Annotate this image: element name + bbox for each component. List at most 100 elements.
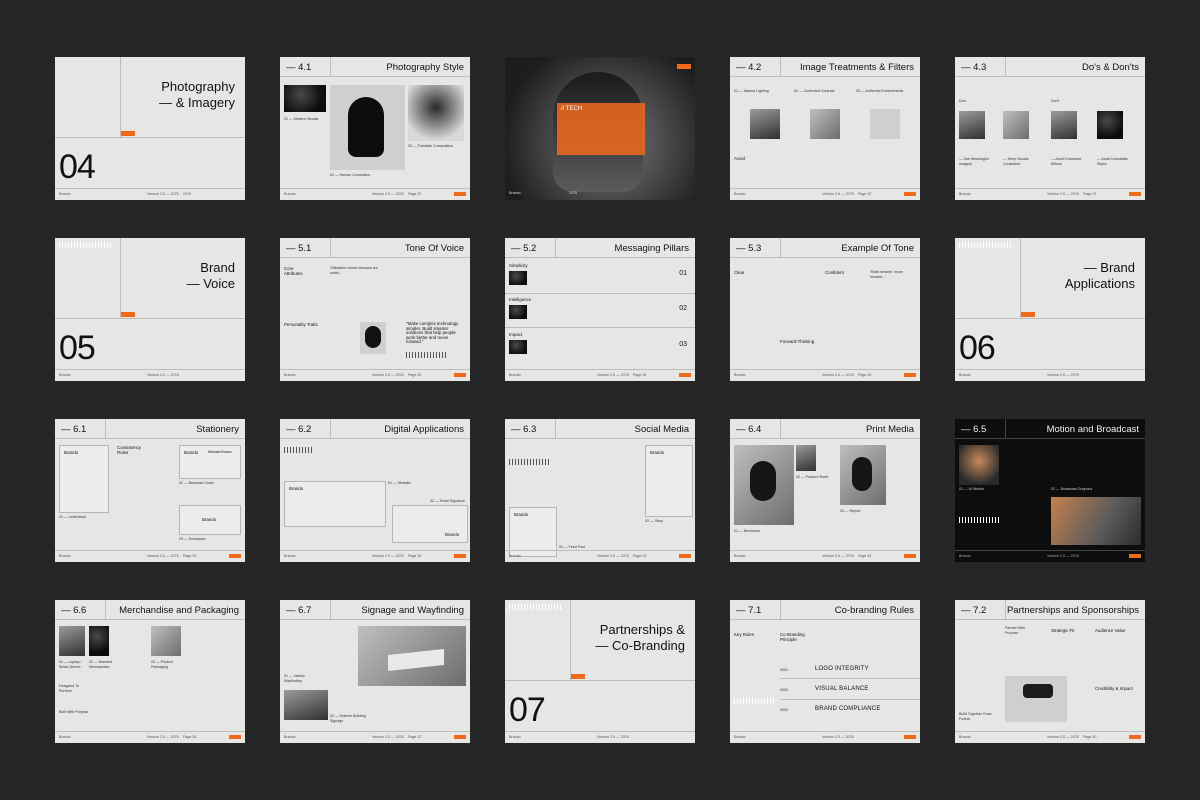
num: — 6.5 xyxy=(961,424,987,435)
title: Messaging Pillars xyxy=(614,243,689,254)
c3: — Avoid Excessive Effects xyxy=(1051,157,1082,166)
num: — 6.6 xyxy=(61,605,87,616)
number: 05 xyxy=(59,329,96,367)
c2: 02 — Product Sheet xyxy=(796,475,829,479)
slide-partnerships-sponsorships[interactable]: — 7.2 Partnerships and Sponsorships Partn… xyxy=(955,600,1145,743)
slide-example-of-tone[interactable]: — 5.3 Example Of Tone Clear Confident For… xyxy=(730,238,920,381)
slide-social-media[interactable]: — 6.3 Social Media Brando Brando 01 — Fee… xyxy=(505,419,695,562)
brand: Brando xyxy=(959,192,971,196)
num: — 7.2 xyxy=(961,605,987,616)
title: Partnerships & — Co-Branding xyxy=(595,622,685,653)
slide-photography-style[interactable]: — 4.1 Photography Style 01 — Modern Visua… xyxy=(280,57,470,200)
version: Version 2.0 — 2078 xyxy=(822,373,854,377)
title: Signage and Wayfinding xyxy=(361,605,464,616)
brand: Brando xyxy=(59,735,71,739)
c2: 02 — Human Connection xyxy=(330,173,371,177)
num: — 5.3 xyxy=(736,243,762,254)
slide-tech-image[interactable]: // TECH Brando 2078 xyxy=(505,57,695,200)
f3: 2078 xyxy=(183,192,191,196)
title: Co-branding Rules xyxy=(834,605,914,616)
n1: 0001 xyxy=(780,668,788,672)
page: Page 33 xyxy=(633,554,647,558)
version: Version 2.0 — 2078 xyxy=(372,735,404,739)
slide-digital-applications[interactable]: — 6.2 Digital Applications Brando 01 — We… xyxy=(280,419,470,562)
page: Page 40 xyxy=(1083,735,1097,739)
slide-partnerships-cobranding[interactable]: Partnerships & — Co-Branding 07 Brando Ve… xyxy=(505,600,695,743)
brand: Brando xyxy=(202,517,217,522)
title: Social Media xyxy=(634,424,689,435)
version: Version 2.0 — 2078 xyxy=(147,554,179,558)
brand: Brando xyxy=(445,532,460,537)
number: 07 xyxy=(509,691,546,729)
page: Page 26 xyxy=(633,373,647,377)
build: Build Together Grow Further xyxy=(959,712,992,721)
slide-motion-broadcast[interactable]: — 6.5 Motion and Broadcast 01 — UI Motion… xyxy=(955,419,1145,562)
page: Page 30 xyxy=(183,554,197,558)
slide-signage-wayfinding[interactable]: — 6.7 Signage and Wayfinding 01 — Interio… xyxy=(280,600,470,743)
slide-merchandise-packaging[interactable]: — 6.6 Merchandise and Packaging 01 — Lapt… xyxy=(55,600,245,743)
title: Stationery xyxy=(196,424,239,435)
slide-photography-imagery[interactable]: Photography — & Imagery 04 Brando Version… xyxy=(55,57,245,200)
version: Version 2.0 — 2078 xyxy=(1047,554,1079,558)
n2: 0002 xyxy=(780,688,788,692)
version: Version 2.0 — 2078 xyxy=(1047,373,1079,377)
brand: Brando xyxy=(509,735,521,739)
c2: 02 — Exterior Building Signage xyxy=(330,714,366,723)
badge: // TECH xyxy=(561,106,583,112)
num: — 4.2 xyxy=(736,62,762,73)
brand: Brando xyxy=(59,554,71,558)
slide-cobranding-rules[interactable]: — 7.1 Co-branding Rules Key Rules Co-Bran… xyxy=(730,600,920,743)
photo-human xyxy=(330,85,405,170)
num: — 6.4 xyxy=(736,424,762,435)
c1: — Use Meaningful Imagery xyxy=(959,157,989,166)
c1: 01 — Laptop / Smart Device xyxy=(59,660,82,669)
version: Version 2.0 — 2078 xyxy=(597,373,629,377)
number: 06 xyxy=(959,329,996,367)
title: Do's & Don'ts xyxy=(1082,62,1139,73)
page: Page 37 xyxy=(408,735,422,739)
version: Version 2.0 — 2078 xyxy=(822,554,854,558)
confident: Confident xyxy=(825,270,844,275)
core: Core Attributes xyxy=(284,266,303,276)
f2: 2078 xyxy=(569,191,577,196)
c3: 03 — Futuristic Composition xyxy=(408,144,454,148)
slide-brand-voice[interactable]: Brand — Voice 05 Brando Version 2.0 — 207… xyxy=(55,238,245,381)
title: Partnerships and Sponsorships xyxy=(1006,605,1139,616)
p2: Intelligence xyxy=(509,297,532,302)
traits: Personality Traits xyxy=(284,322,318,327)
brand: Brando xyxy=(284,192,296,196)
num: — 5.1 xyxy=(286,243,312,254)
slide-dos-donts[interactable]: — 4.3 Do's & Don'ts Do's Don't — Use Mean… xyxy=(955,57,1145,200)
version: Version 2.0 — 2078 xyxy=(822,192,854,196)
photo-modern xyxy=(284,85,326,112)
brand: Brando xyxy=(959,373,971,377)
c2: 02 — Business Cards xyxy=(179,481,214,485)
p3: Impact xyxy=(509,332,523,337)
c2: 02 — Branded Merchandise xyxy=(89,660,113,669)
slide-stationery[interactable]: — 6.1 Stationery Brando Consistency Rules… xyxy=(55,419,245,562)
brand: Brando xyxy=(64,450,79,455)
slide-image-treatments[interactable]: — 4.2 Image Treatments & Filters 01 — Nat… xyxy=(730,57,920,200)
do: Do's xyxy=(959,99,967,103)
num: — 6.2 xyxy=(286,424,312,435)
slide-print-media[interactable]: — 6.4 Print Media 01 — Brochures 02 — Pro… xyxy=(730,419,920,562)
tech-overlay: // TECH xyxy=(557,103,645,155)
p1: Simplicity xyxy=(509,263,528,268)
slide-tone-of-voice[interactable]: — 5.1 Tone Of Voice Core Attributes Offic… xyxy=(280,238,470,381)
c4: — Avoid Unrealistic Styles xyxy=(1097,157,1129,166)
r1: LOGO INTEGRITY xyxy=(815,666,869,672)
brand: Brando xyxy=(284,735,296,739)
version: Version 2.0 — 2078 xyxy=(147,373,179,377)
l2: Built With Purpose xyxy=(59,710,89,714)
version: Version 2.0 — 2078 xyxy=(372,192,404,196)
title: Merchandise and Packaging xyxy=(119,605,239,616)
num: — 6.3 xyxy=(511,424,537,435)
quote: "Make complex technology simpler. Build … xyxy=(406,321,459,345)
c2: 02 — Story xyxy=(645,519,663,523)
vision: Audience Value xyxy=(1095,628,1126,633)
slide-messaging-pillars[interactable]: — 5.2 Messaging Pillars Simplicity 01 Int… xyxy=(505,238,695,381)
slide-brand-applications[interactable]: — Brand Applications 06 Brando Version 2.… xyxy=(955,238,1145,381)
version: Version 2.0 — 2078 xyxy=(1047,735,1079,739)
c1: 01 — Brochures xyxy=(734,529,760,533)
f1: Brando xyxy=(509,191,521,196)
